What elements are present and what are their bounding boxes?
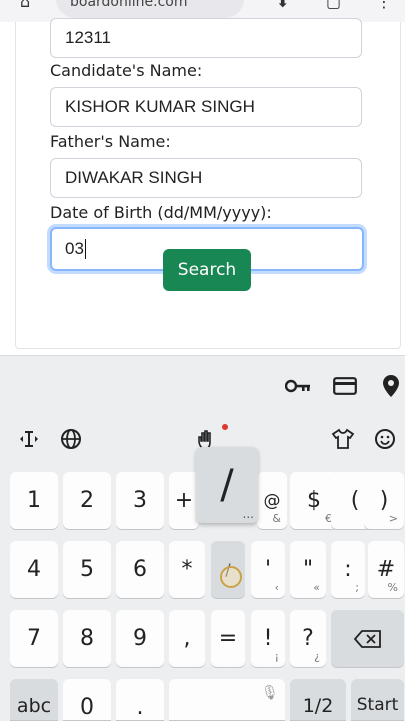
key-8[interactable]: 8	[63, 610, 111, 667]
key-0[interactable]: 0	[63, 679, 111, 720]
download-icon[interactable]: ⬇	[276, 0, 289, 11]
start-key[interactable]: Start	[351, 679, 404, 720]
page-toggle-key[interactable]: 1/2	[290, 679, 346, 720]
password-key-icon[interactable]	[284, 374, 312, 398]
key-close-paren[interactable]: ) >	[364, 472, 404, 529]
key-asterisk[interactable]: *	[169, 541, 205, 598]
text-caret	[84, 239, 86, 259]
key-7[interactable]: 7	[10, 610, 58, 667]
url-text[interactable]: boardonline.com	[70, 0, 187, 10]
search-button[interactable]: Search	[163, 249, 251, 291]
roll-number-input[interactable]: 12311	[50, 18, 362, 58]
key-9[interactable]: 9	[116, 610, 164, 667]
theme-shirt-icon[interactable]	[330, 426, 356, 452]
key-2[interactable]: 2	[63, 472, 111, 529]
tabs-icon[interactable]: ▢	[326, 0, 341, 11]
candidate-name-input[interactable]: KISHOR KUMAR SINGH	[50, 87, 362, 127]
key-question[interactable]: ? ¿	[290, 610, 326, 667]
key-exclaim[interactable]: ! ¡	[251, 610, 285, 667]
dob-label: Date of Birth (dd/MM/yyyy):	[50, 203, 272, 222]
key-comma[interactable]: ,	[169, 610, 205, 667]
key-1[interactable]: 1	[10, 472, 58, 529]
candidate-name-value: KISHOR KUMAR SINGH	[65, 97, 255, 116]
home-icon[interactable]: ⌂	[20, 0, 30, 11]
roll-number-value: 12311	[65, 28, 112, 47]
candidate-name-label: Candidate's Name:	[50, 61, 203, 80]
backspace-icon	[353, 629, 381, 648]
key-equals[interactable]: =	[211, 610, 245, 667]
backspace-key[interactable]	[331, 610, 404, 667]
key-5[interactable]: 5	[63, 541, 111, 598]
father-name-label: Father's Name:	[50, 132, 171, 151]
emoji-icon[interactable]	[372, 426, 398, 452]
more-menu-icon[interactable]: ⋮	[376, 0, 392, 11]
key-quote[interactable]: " «	[290, 541, 326, 598]
location-icon[interactable]	[377, 372, 405, 400]
globe-icon[interactable]	[58, 426, 84, 452]
suggestion-strip	[0, 356, 405, 416]
abc-key[interactable]: abc	[10, 679, 58, 720]
key-hash[interactable]: #%	[368, 541, 404, 598]
key-4[interactable]: 4	[10, 541, 58, 598]
key-period[interactable]: .	[116, 679, 164, 720]
key-apostrophe[interactable]: ' ‹	[251, 541, 285, 598]
key-6[interactable]: 6	[116, 541, 164, 598]
text-cursor-icon[interactable]	[16, 426, 42, 452]
dob-value: 03	[65, 239, 84, 258]
card-icon[interactable]	[331, 374, 359, 398]
father-name-value: DIWAKAR SINGH	[65, 168, 203, 187]
mic-icon: 🎙︎	[261, 685, 279, 701]
key-3[interactable]: 3	[116, 472, 164, 529]
key-at[interactable]: @ &	[257, 472, 287, 529]
key-colon[interactable]: :;	[331, 541, 365, 598]
notification-dot	[222, 424, 228, 430]
key-preview-popup: / ...	[196, 447, 258, 523]
father-name-input[interactable]: DIWAKAR SINGH	[50, 158, 362, 198]
key-plus[interactable]: +	[169, 472, 199, 529]
touch-indicator	[220, 566, 242, 588]
space-key[interactable]: 🎙︎	[169, 679, 285, 720]
